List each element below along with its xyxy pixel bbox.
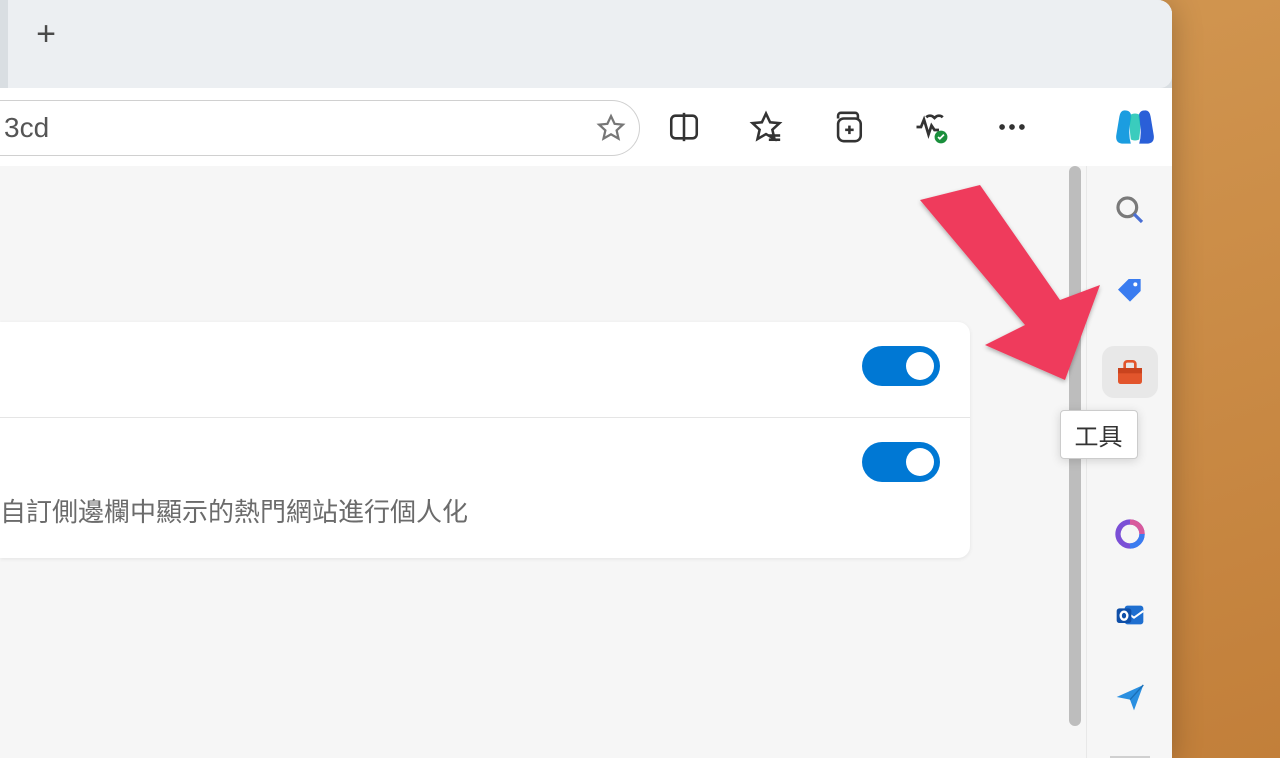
plus-icon: +: [36, 15, 56, 54]
tab-strip-background: [8, 0, 1172, 88]
browser-window: + 3cd: [0, 0, 1172, 758]
paper-plane-icon: [1114, 681, 1146, 713]
sidebar-outlook-button[interactable]: [1102, 590, 1158, 641]
collections-button[interactable]: [824, 103, 872, 151]
address-text: 3cd: [4, 112, 583, 144]
copilot-button[interactable]: [1110, 102, 1162, 154]
edge-sidebar: 工具: [1086, 166, 1172, 758]
toggle-2[interactable]: [862, 442, 940, 482]
split-screen-button[interactable]: [660, 103, 708, 151]
settings-card: 自訂側邊欄中顯示的熱門網站進行個人化: [0, 322, 970, 558]
settings-content: 自訂側邊欄中顯示的熱門網站進行個人化: [0, 166, 1086, 758]
favorites-icon: [749, 110, 783, 144]
collections-icon: [831, 110, 865, 144]
sidebar-office-button[interactable]: [1102, 509, 1158, 560]
copilot-icon: [1110, 102, 1160, 152]
tab-strip: +: [0, 0, 1172, 88]
setting-row-2-description: 自訂側邊欄中顯示的熱門網站進行個人化: [0, 492, 468, 529]
check-badge-icon: [934, 130, 948, 144]
setting-row-2: 自訂側邊欄中顯示的熱門網站進行個人化: [0, 418, 970, 558]
favorites-button[interactable]: [742, 103, 790, 151]
tag-icon: [1114, 275, 1146, 307]
toggle-1[interactable]: [862, 346, 940, 386]
favorite-star-button[interactable]: [583, 100, 639, 156]
sidebar-search-button[interactable]: [1102, 184, 1158, 235]
outlook-icon: [1114, 599, 1146, 631]
sidebar-send-button[interactable]: [1102, 671, 1158, 722]
address-bar[interactable]: 3cd: [0, 100, 640, 156]
toolbox-icon: [1114, 356, 1146, 388]
toolbar-icons: [660, 88, 1036, 166]
more-menu-button[interactable]: [988, 103, 1036, 151]
content-scrollbar[interactable]: [1066, 166, 1084, 758]
split-screen-icon: [667, 110, 701, 144]
performance-button[interactable]: [906, 103, 954, 151]
office-icon: [1114, 518, 1146, 550]
new-tab-button[interactable]: +: [22, 10, 70, 58]
sidebar-shopping-button[interactable]: [1102, 265, 1158, 316]
setting-row-1: [0, 322, 970, 418]
toolbar: 3cd: [0, 88, 1172, 166]
sidebar-tools-tooltip: 工具: [1060, 410, 1138, 459]
ellipsis-icon: [995, 110, 1029, 144]
search-icon: [1114, 194, 1146, 226]
sidebar-tools-button[interactable]: 工具: [1102, 346, 1158, 397]
star-icon: [596, 113, 626, 143]
